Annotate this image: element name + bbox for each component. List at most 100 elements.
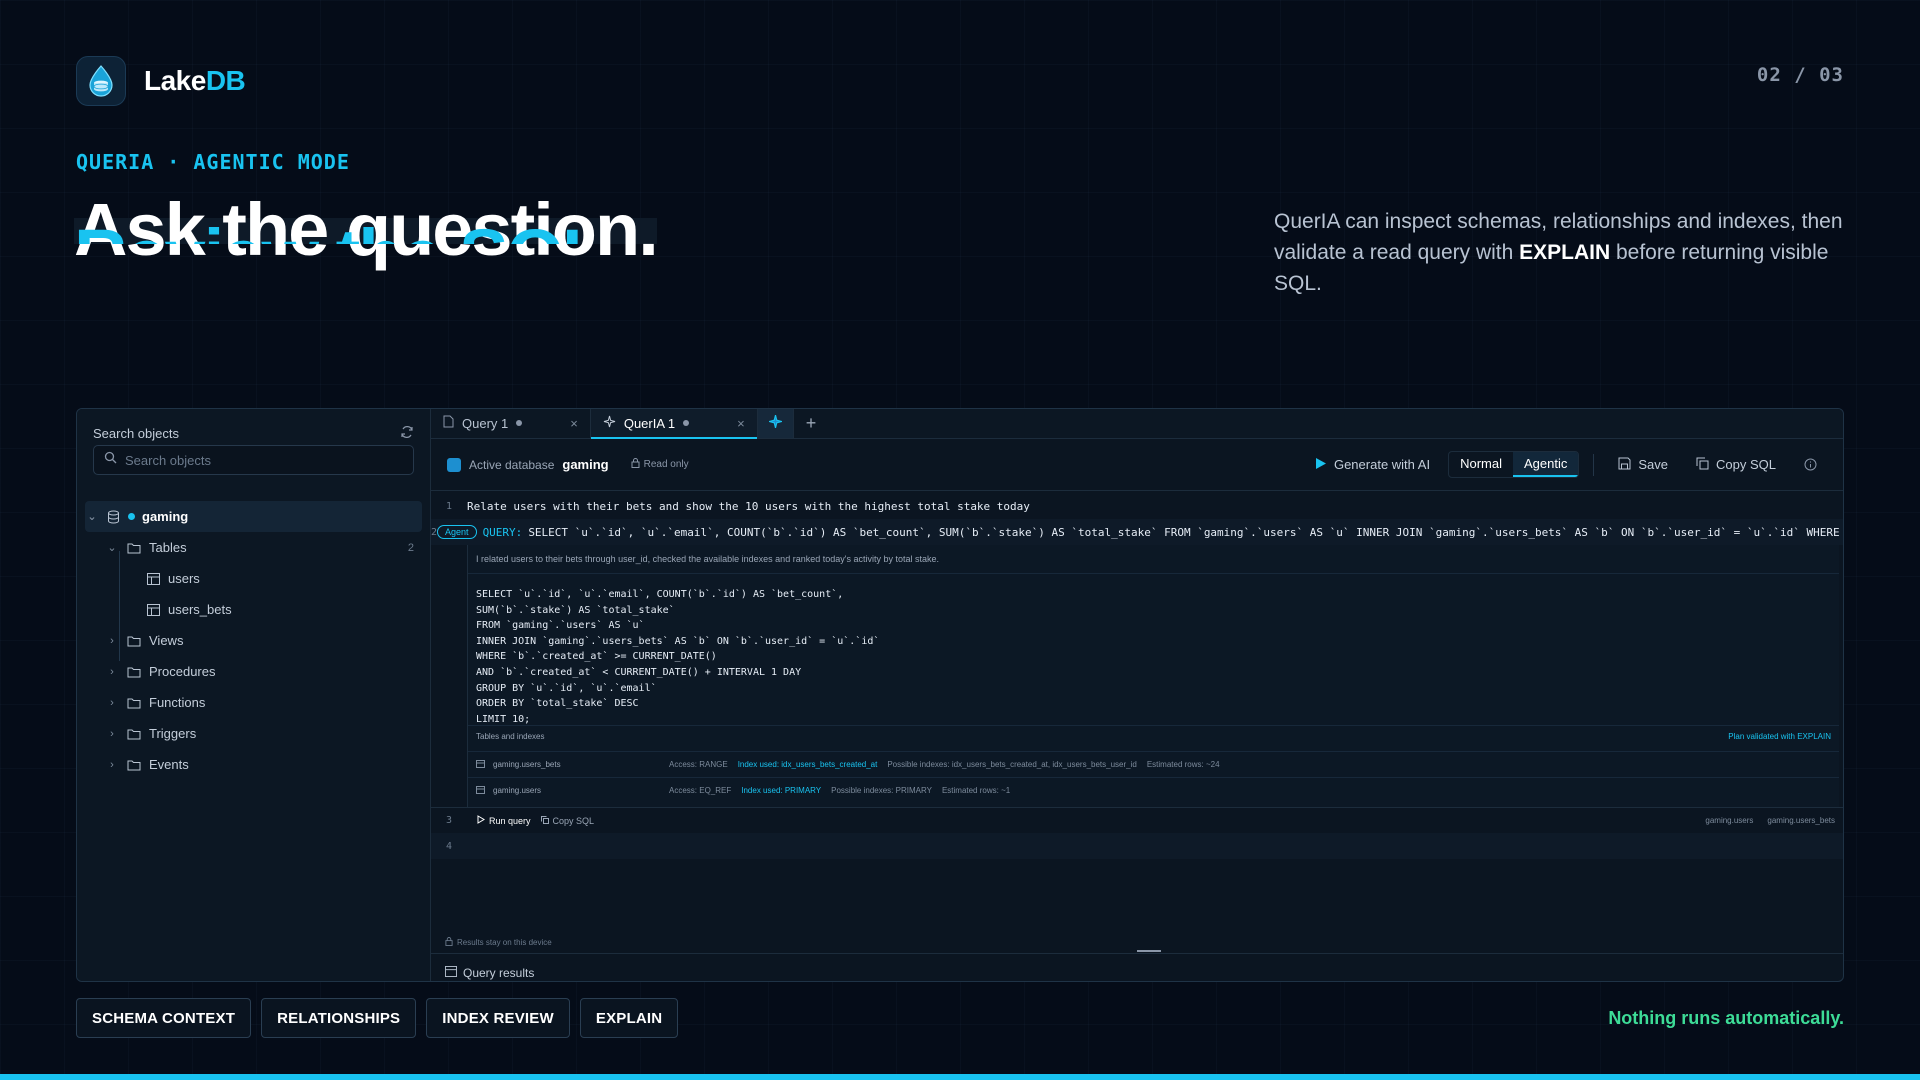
referenced-tables: gaming.users gaming.users_bets (1705, 816, 1843, 825)
folder-icon (127, 697, 141, 709)
info-icon[interactable] (1794, 454, 1827, 475)
tab-query-1[interactable]: Query 1 × (431, 409, 591, 438)
tree-folder-views[interactable]: › Views (85, 625, 422, 656)
tree-table-label: users_bets (168, 602, 232, 617)
close-icon[interactable]: × (737, 416, 745, 431)
sql-editor[interactable]: 1 Relate users with their bets and show … (431, 493, 1843, 981)
editor-line-4[interactable]: 4 (431, 833, 1843, 859)
connected-dot (128, 513, 135, 520)
copy-sql-button[interactable]: Copy SQL (1686, 453, 1786, 477)
tree-db-gaming[interactable]: ⌄ gaming (85, 501, 422, 532)
chevron-right-icon[interactable]: › (105, 728, 119, 740)
tree-folder-label: Tables (149, 540, 187, 555)
tree-folder-label: Procedures (149, 664, 216, 679)
generated-sql[interactable]: SELECT `u`.`id`, `u`.`email`, COUNT(`b`.… (468, 574, 1839, 733)
new-ai-tab-button[interactable] (757, 409, 794, 438)
mode-toggle: Normal Agentic (1448, 451, 1580, 478)
unsaved-dot (516, 420, 523, 426)
tree-folder-functions[interactable]: › Functions (85, 687, 422, 718)
chevron-down-icon[interactable]: ⌄ (105, 541, 119, 554)
object-tree: ⌄ gaming ⌄ Tables 2 users users_bets › V… (85, 501, 422, 780)
agent-badge: Agent (437, 525, 477, 539)
editor-pane: Query 1 × QuerIA 1 × + Active database g… (431, 409, 1843, 981)
tab-query-results[interactable]: Query results (445, 966, 534, 980)
editor-line-2[interactable]: 2 Agent QUERY: SELECT `u`.`id`, `u`.`ema… (431, 519, 1843, 545)
close-icon[interactable]: × (570, 416, 578, 431)
save-icon (1618, 457, 1631, 473)
table-icon (476, 785, 485, 796)
ref-chip[interactable]: gaming.users_bets (1767, 816, 1835, 825)
tree-folder-events[interactable]: › Events (85, 749, 422, 780)
results-panel: Query results (431, 950, 1843, 981)
tab-label: Query 1 (462, 415, 509, 431)
chevron-down-icon[interactable]: ⌄ (85, 510, 99, 523)
tree-table-users-bets[interactable]: users_bets (85, 594, 422, 625)
tree-folder-tables[interactable]: ⌄ Tables 2 (85, 532, 422, 563)
object-sidebar: Search objects ⌄ gaming ⌄ Tables 2 (77, 409, 431, 981)
folder-icon (127, 728, 141, 740)
sidebar-header: Search objects (93, 425, 414, 442)
feature-chips: SCHEMA CONTEXT RELATIONSHIPS INDEX REVIE… (76, 998, 679, 1038)
lock-icon (445, 937, 453, 948)
agent-note: I related users to their bets through us… (468, 545, 1839, 574)
lock-icon (631, 458, 640, 471)
chevron-right-icon[interactable]: › (105, 666, 119, 678)
tables-indexes-header: Tables and indexes Plan validated with E… (468, 725, 1839, 747)
chip-relationships: RELATIONSHIPS (261, 998, 417, 1038)
tree-folder-label: Functions (149, 695, 206, 710)
chevron-right-icon[interactable]: › (105, 697, 119, 709)
sparkle-icon (603, 415, 616, 431)
prompt-text: Relate users with their bets and show th… (467, 499, 1030, 513)
tab-bar: Query 1 × QuerIA 1 × + (431, 409, 1843, 439)
line-number: 3 (445, 815, 453, 826)
database-color-icon (447, 457, 461, 472)
unsaved-dot (683, 420, 690, 426)
tab-queria-1[interactable]: QuerIA 1 × (590, 409, 758, 439)
tree-table-users[interactable]: users (85, 563, 422, 594)
generate-with-ai-button[interactable]: Generate with AI (1305, 453, 1440, 477)
table-icon (147, 603, 160, 616)
mode-agentic-button[interactable]: Agentic (1513, 452, 1579, 477)
folder-icon (127, 666, 141, 678)
headline: Ask the question. Review the SQL. (74, 192, 659, 268)
ref-chip[interactable]: gaming.users (1705, 816, 1753, 825)
save-button[interactable]: Save (1608, 453, 1678, 477)
resize-handle[interactable] (1137, 950, 1161, 952)
tree-folder-label: Triggers (149, 726, 197, 741)
folder-icon (127, 542, 141, 554)
table-icon (445, 966, 457, 980)
chevron-right-icon[interactable]: › (105, 635, 119, 647)
plus-icon: + (805, 412, 817, 433)
active-db-name[interactable]: gaming (562, 457, 608, 472)
copy-sql-inline-button[interactable]: Copy SQL (540, 815, 594, 826)
tree-folder-triggers[interactable]: › Triggers (85, 718, 422, 749)
search-objects-input[interactable] (125, 452, 403, 468)
bottom-accent-bar (0, 1074, 1920, 1080)
refresh-icon[interactable] (400, 425, 414, 442)
chip-index-review: INDEX REVIEW (426, 998, 570, 1038)
query-toolbar: Active database gaming Read only Generat… (431, 439, 1843, 491)
chip-explain: EXPLAIN (579, 998, 679, 1038)
editor-line-1[interactable]: 1 Relate users with their bets and show … (431, 493, 1843, 519)
tree-folder-procedures[interactable]: › Procedures (85, 656, 422, 687)
chevron-right-icon[interactable]: › (105, 759, 119, 771)
search-objects-field[interactable] (93, 445, 414, 475)
search-icon (104, 451, 117, 469)
headline-line-1: Ask the question. (74, 192, 659, 268)
play-icon (1315, 457, 1327, 473)
tables-indexes-label: Tables and indexes (476, 732, 545, 741)
tables-count: 2 (407, 541, 414, 554)
agent-result-card: I related users to their bets through us… (467, 545, 1839, 807)
query-inline: SELECT `u`.`id`, `u`.`email`, COUNT(`b`.… (528, 525, 1843, 539)
editor-line-3[interactable]: 3 Run query Copy SQL gaming.users gaming… (431, 807, 1843, 833)
run-query-button[interactable]: Run query (477, 815, 531, 826)
brand: LakeDB (76, 56, 246, 106)
app-window: Search objects ⌄ gaming ⌄ Tables 2 (76, 408, 1844, 982)
file-icon (443, 415, 454, 431)
tree-folder-label: Events (149, 757, 189, 772)
tree-db-label: gaming (142, 509, 189, 524)
toolbar-actions: Generate with AI Normal Agentic Save Cop… (1305, 451, 1827, 478)
add-tab-button[interactable]: + (794, 409, 829, 438)
lakedb-logo-icon (76, 56, 126, 106)
mode-normal-button[interactable]: Normal (1449, 452, 1513, 477)
